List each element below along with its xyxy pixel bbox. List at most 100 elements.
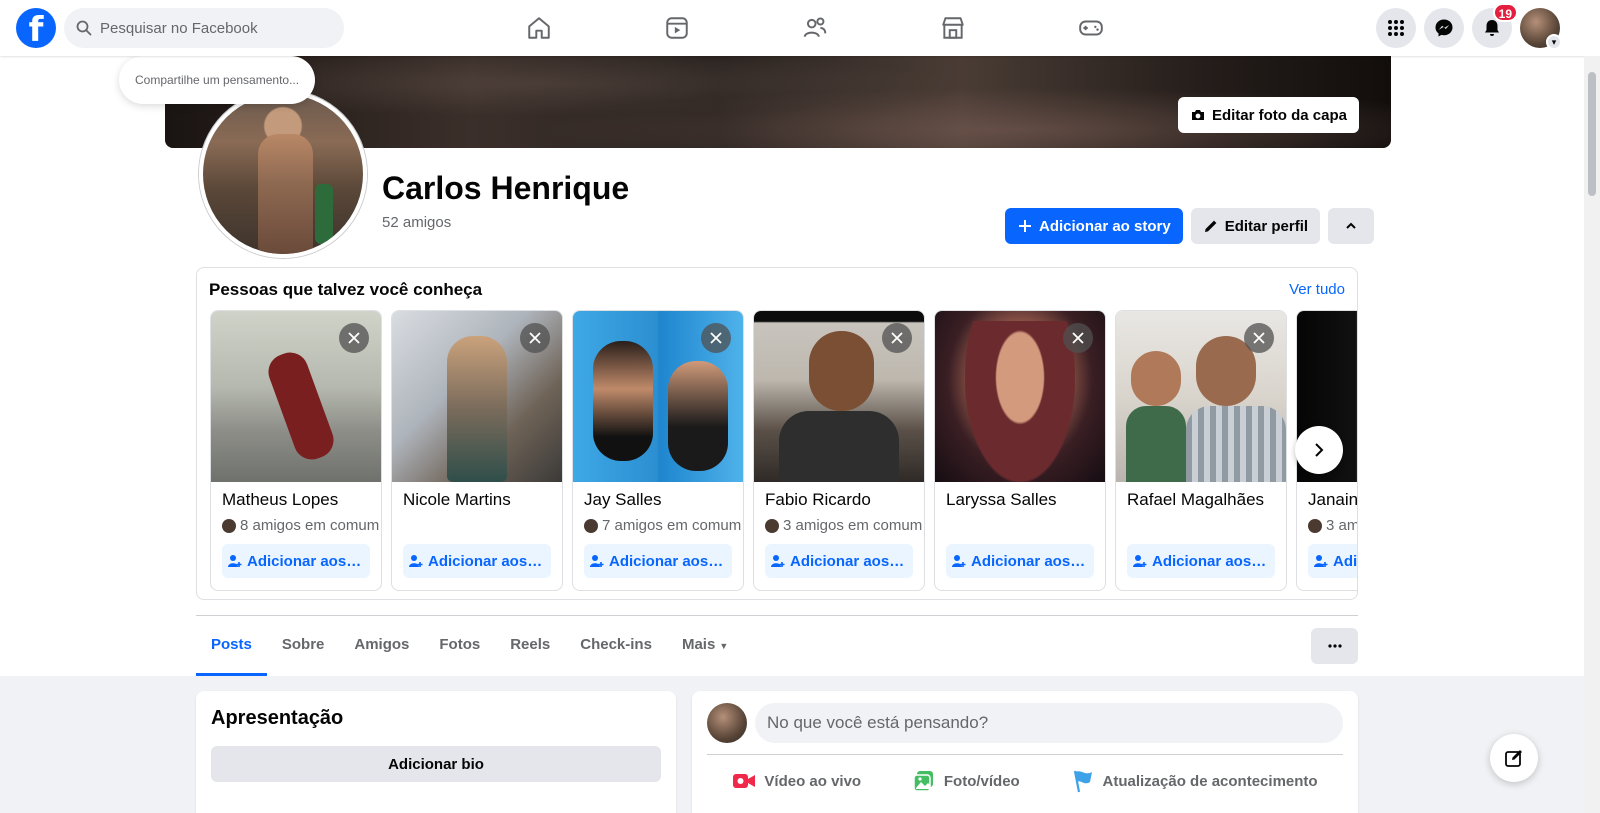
chevron-down-icon: ▾	[1546, 34, 1562, 50]
edit-profile-button[interactable]: Editar perfil	[1190, 208, 1321, 244]
suggestion-name[interactable]: Janaina	[1308, 490, 1357, 510]
add-friend-label: Adicionar aos amigos	[428, 552, 545, 570]
tab-friends[interactable]: Amigos	[339, 616, 424, 676]
add-friend-button[interactable]: Adicionar aos amigos	[946, 544, 1094, 578]
add-friend-label: Adicionar aos amigos	[790, 552, 907, 570]
add-friend-button[interactable]: Adicionar aos amigos	[765, 544, 913, 578]
suggestion-name[interactable]: Nicole Martins	[403, 490, 511, 510]
nav-video[interactable]	[608, 0, 746, 56]
add-bio-button[interactable]: Adicionar bio	[211, 746, 661, 782]
close-icon	[891, 332, 903, 344]
mutual-text: 3 amigos em comum	[783, 517, 923, 534]
whats-on-your-mind-input[interactable]: No que você está pensando?	[755, 703, 1343, 743]
suggestion-name[interactable]: Fabio Ricardo	[765, 490, 871, 510]
share-thought-bubble[interactable]: Compartilhe um pensamento...	[119, 56, 316, 104]
page-scrollbar[interactable]	[1584, 56, 1600, 813]
notifications-button[interactable]: 19	[1472, 3, 1518, 48]
facebook-logo[interactable]: f	[16, 8, 56, 48]
flag-icon	[1073, 770, 1092, 793]
tab-photos[interactable]: Fotos	[424, 616, 495, 676]
see-all-link[interactable]: Ver tudo	[1289, 281, 1345, 298]
add-friend-icon	[409, 555, 423, 567]
tab-posts[interactable]: Posts	[196, 616, 267, 676]
suggestion-card[interactable]: Matheus Lopes 8 amigos em comum Adiciona…	[210, 310, 382, 591]
add-friend-icon	[1314, 555, 1328, 567]
nav-home[interactable]	[470, 0, 608, 56]
add-to-story-button[interactable]: Adicionar ao story	[1005, 208, 1183, 244]
add-friend-button[interactable]: Adicionar aos amigos	[1127, 544, 1275, 578]
photo-video-button[interactable]: Foto/vídeo	[904, 763, 1028, 799]
nav-friends[interactable]	[746, 0, 884, 56]
account-avatar[interactable]: ▾	[1520, 8, 1562, 50]
add-friend-button[interactable]: Adici	[1308, 544, 1358, 578]
suggestion-cards: Matheus Lopes 8 amigos em comum Adiciona…	[210, 310, 1358, 591]
people-you-may-know: Pessoas que talvez você conheça Ver tudo…	[196, 267, 1358, 600]
dismiss-suggestion-button[interactable]	[339, 323, 369, 353]
close-icon	[348, 332, 360, 344]
edit-cover-photo-button[interactable]: Editar foto da capa	[1177, 97, 1359, 133]
next-suggestions-button[interactable]	[1295, 426, 1343, 474]
mutual-friends: 3 ami	[1308, 517, 1357, 534]
edit-cover-label: Editar foto da capa	[1211, 106, 1347, 124]
photo-icon	[913, 771, 933, 792]
suggestion-card[interactable]: Jay Salles 7 amigos em comum Adicionar a…	[572, 310, 744, 591]
menu-button[interactable]	[1376, 8, 1416, 48]
live-video-button[interactable]: Vídeo ao vivo	[724, 763, 869, 799]
mutual-text: 3 ami	[1326, 517, 1357, 534]
more-options-button[interactable]	[1311, 628, 1358, 664]
profile-actions: Adicionar ao story Editar perfil	[1005, 208, 1375, 244]
add-friend-button[interactable]: Adicionar aos amigos	[584, 544, 732, 578]
add-to-story-label: Adicionar ao story	[1039, 217, 1171, 235]
video-icon	[666, 17, 688, 39]
tab-reels[interactable]: Reels	[495, 616, 565, 676]
friends-count[interactable]: 52 amigos	[382, 214, 451, 231]
life-event-button[interactable]: Atualização de acontecimento	[1063, 763, 1326, 799]
dismiss-suggestion-button[interactable]	[701, 323, 731, 353]
marketplace-icon	[942, 17, 964, 39]
composer-actions: Vídeo ao vivo Foto/vídeo Atualização de …	[707, 763, 1343, 799]
tab-more-label: Mais	[681, 636, 716, 653]
suggestion-card[interactable]: Fabio Ricardo 3 amigos em comum Adiciona…	[753, 310, 925, 591]
dismiss-suggestion-button[interactable]	[520, 323, 550, 353]
intro-card: Apresentação Adicionar bio	[196, 691, 676, 813]
suggestion-card[interactable]: Laryssa Salles Adicionar aos amigos	[934, 310, 1106, 591]
messenger-button[interactable]	[1424, 8, 1464, 48]
tab-about[interactable]: Sobre	[267, 616, 340, 676]
main-nav	[470, 0, 1160, 56]
photo-video-label: Foto/vídeo	[943, 772, 1020, 790]
suggestion-card[interactable]: Rafael Magalhães Adicionar aos amigos	[1115, 310, 1287, 591]
nav-gaming[interactable]	[1022, 0, 1160, 56]
suggestion-name[interactable]: Jay Salles	[584, 490, 661, 510]
top-right-actions: 19 ▾	[1376, 3, 1562, 50]
scrollbar-thumb[interactable]	[1588, 72, 1596, 196]
tab-checkins[interactable]: Check-ins	[565, 616, 667, 676]
suggestion-name[interactable]: Rafael Magalhães	[1127, 490, 1264, 510]
life-event-label: Atualização de acontecimento	[1102, 772, 1318, 790]
suggestion-name[interactable]: Laryssa Salles	[946, 490, 1057, 510]
camera-icon	[1191, 110, 1204, 120]
dismiss-suggestion-button[interactable]	[882, 323, 912, 353]
mutual-avatar	[765, 518, 779, 533]
post-composer: No que você está pensando? Vídeo ao vivo…	[692, 691, 1358, 813]
profile-picture[interactable]	[199, 90, 367, 258]
profile-tabs: Posts Sobre Amigos Fotos Reels Check-ins…	[196, 616, 743, 676]
search-box[interactable]	[64, 8, 344, 48]
search-input[interactable]	[100, 19, 320, 37]
suggestion-name[interactable]: Matheus Lopes	[222, 490, 338, 510]
new-message-button[interactable]	[1490, 734, 1538, 782]
add-friend-button[interactable]: Adicionar aos amigos	[222, 544, 370, 578]
nav-marketplace[interactable]	[884, 0, 1022, 56]
dismiss-suggestion-button[interactable]	[1244, 323, 1274, 353]
search-icon	[76, 20, 92, 36]
tab-more[interactable]: Mais ▼	[667, 616, 743, 676]
composer-avatar[interactable]	[707, 703, 747, 743]
profile-name: Carlos Henrique	[382, 170, 630, 206]
add-friend-label: Adici	[1333, 552, 1358, 570]
add-friend-button[interactable]: Adicionar aos amigos	[403, 544, 551, 578]
gamepad-icon	[1079, 20, 1103, 36]
mutual-text: 7 amigos em comum	[602, 517, 742, 534]
suggestion-card[interactable]: Nicole Martins Adicionar aos amigos	[391, 310, 563, 591]
dismiss-suggestion-button[interactable]	[1063, 323, 1093, 353]
collapse-suggestions-button[interactable]	[1328, 208, 1375, 244]
mutual-avatar	[222, 518, 236, 533]
